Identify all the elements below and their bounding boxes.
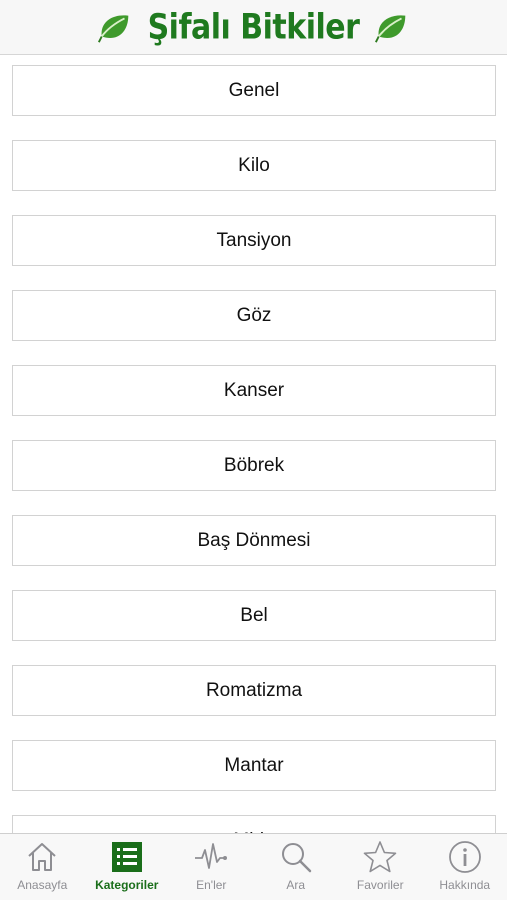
- tab-anasayfa[interactable]: Anasayfa: [0, 834, 84, 900]
- leaf-logo-icon: [97, 15, 128, 43]
- category-item-genel[interactable]: Genel: [12, 65, 496, 116]
- category-item-tansiyon[interactable]: Tansiyon: [12, 215, 496, 266]
- category-item-goz[interactable]: Göz: [12, 290, 496, 341]
- home-icon: [28, 843, 56, 871]
- tab-hakkinda[interactable]: Hakkında: [423, 834, 507, 900]
- category-item-bobrek[interactable]: Böbrek: [12, 440, 496, 491]
- list-icon: [111, 842, 142, 872]
- search-icon: [281, 843, 311, 873]
- tab-label: Ara: [286, 878, 306, 892]
- tab-label: Hakkında: [439, 878, 491, 892]
- category-item-kanser[interactable]: Kanser: [12, 365, 496, 416]
- tab-bar: Anasayfa Kategoriler En'ler Ara Favorile…: [0, 833, 507, 900]
- info-icon: [448, 841, 481, 873]
- category-item-kilo[interactable]: Kilo: [12, 140, 496, 191]
- category-item-romatizma[interactable]: Romatizma: [12, 665, 496, 716]
- category-item-bas-donmesi[interactable]: Baş Dönmesi: [12, 515, 496, 566]
- category-item-mide[interactable]: Mide: [12, 815, 496, 833]
- leaf-logo-icon: [375, 15, 406, 43]
- category-item-bel[interactable]: Bel: [12, 590, 496, 641]
- star-icon: [363, 841, 397, 873]
- pulse-icon: [195, 843, 228, 869]
- header-bar: Şifalı Bitkiler: [0, 0, 507, 55]
- tab-kategoriler[interactable]: Kategoriler: [85, 834, 169, 900]
- category-item-mantar[interactable]: Mantar: [12, 740, 496, 791]
- tab-enler[interactable]: En'ler: [169, 834, 253, 900]
- tab-label: Anasayfa: [17, 878, 68, 892]
- tab-label: Kategoriler: [95, 878, 159, 892]
- tab-label: En'ler: [196, 878, 227, 892]
- category-list[interactable]: Genel Kilo Tansiyon Göz Kanser Böbrek Ba…: [0, 55, 507, 833]
- tab-favoriler[interactable]: Favoriler: [338, 834, 422, 900]
- app-title: Şifalı Bitkiler: [147, 6, 360, 48]
- tab-label: Favoriler: [356, 878, 404, 892]
- tab-ara[interactable]: Ara: [254, 834, 338, 900]
